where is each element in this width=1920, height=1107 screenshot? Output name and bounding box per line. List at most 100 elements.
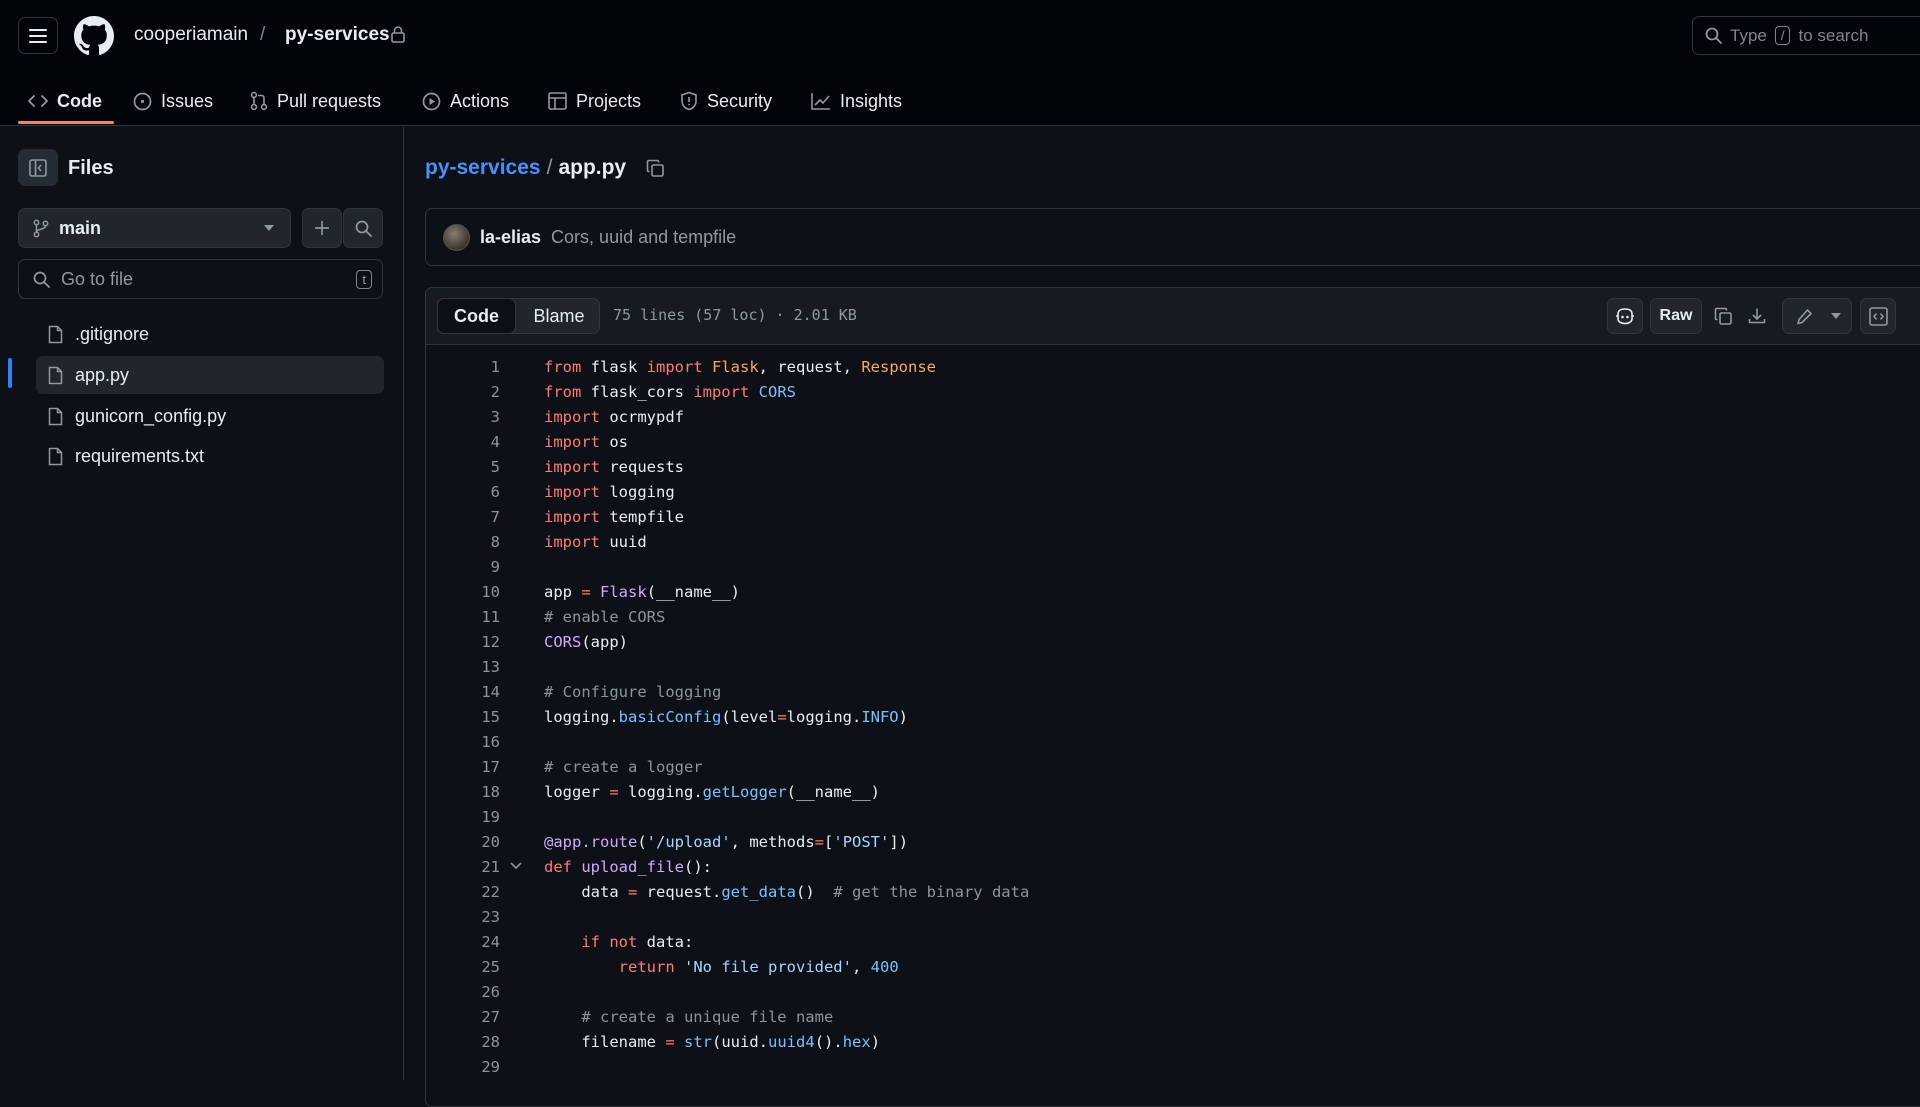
file-name: requirements.txt <box>75 445 205 466</box>
search-files-button[interactable] <box>343 208 383 248</box>
path-separator: / <box>546 156 553 179</box>
line-number[interactable]: 27 <box>426 1005 500 1030</box>
file-icon <box>48 366 63 384</box>
tab-security[interactable]: Security <box>680 76 772 126</box>
file-item-requirements[interactable]: requirements.txt <box>36 437 384 475</box>
collapse-sidebar-button[interactable] <box>18 149 58 186</box>
tab-label: Pull requests <box>277 90 382 111</box>
view-mode-toggle: Code Blame <box>437 298 600 334</box>
line-number[interactable]: 11 <box>426 605 500 630</box>
line-number[interactable]: 28 <box>426 1030 500 1055</box>
line-number[interactable]: 7 <box>426 505 500 530</box>
code-view-button[interactable]: Code <box>437 298 516 334</box>
blame-view-button[interactable]: Blame <box>518 299 600 333</box>
add-file-button[interactable] <box>302 208 342 248</box>
line-content: from flask import Flask, request, Respon… <box>544 358 936 376</box>
latest-commit-bar: la-elias Cors, uuid and tempfile <box>425 208 1920 266</box>
tab-pull-requests[interactable]: Pull requests <box>250 76 381 126</box>
tab-code[interactable]: Code <box>28 76 102 126</box>
code-line: 8 import uuid <box>426 530 1920 555</box>
repo-link[interactable]: py-services <box>285 24 390 46</box>
search-input[interactable]: Type / to search <box>1692 16 1920 55</box>
code-line: 14 # Configure logging <box>426 680 1920 705</box>
line-content: import os <box>544 433 628 451</box>
line-number[interactable]: 20 <box>426 830 500 855</box>
tab-actions[interactable]: Actions <box>422 76 509 126</box>
chevron-down-icon <box>264 225 274 231</box>
pencil-icon <box>1796 308 1812 324</box>
commit-author[interactable]: la-elias <box>480 227 541 248</box>
line-content: import uuid <box>544 533 647 551</box>
go-to-file-input[interactable]: Go to file t <box>18 259 383 299</box>
line-number[interactable]: 1 <box>426 355 500 380</box>
graph-icon <box>811 93 830 110</box>
tab-issues[interactable]: Issues <box>133 76 213 126</box>
go-to-file-shortcut: t <box>356 270 372 289</box>
line-number[interactable]: 21 <box>426 855 500 880</box>
copilot-button[interactable] <box>1607 298 1643 334</box>
line-number[interactable]: 2 <box>426 380 500 405</box>
line-number[interactable]: 13 <box>426 655 500 680</box>
file-item-gunicorn-config[interactable]: gunicorn_config.py <box>36 397 384 435</box>
line-content: # create a unique file name <box>581 1008 834 1026</box>
code-viewer: Code Blame 75 lines (57 loc) · 2.01 KB R… <box>425 287 1920 1107</box>
avatar[interactable] <box>443 223 470 251</box>
chevron-down-icon[interactable] <box>510 862 522 870</box>
copy-raw-button[interactable] <box>1706 298 1740 334</box>
line-number[interactable]: 14 <box>426 680 500 705</box>
line-number[interactable]: 24 <box>426 930 500 955</box>
menu-button[interactable] <box>18 17 58 54</box>
download-button[interactable] <box>1740 298 1774 334</box>
code-line: 28 filename = str(uuid.uuid4().hex) <box>426 1030 1920 1055</box>
raw-button[interactable]: Raw <box>1650 298 1702 334</box>
edit-menu-button[interactable] <box>1823 313 1849 319</box>
code-line: 25 return 'No file provided', 400 <box>426 955 1920 980</box>
branch-selector[interactable]: main <box>18 208 291 248</box>
file-item-app-py[interactable]: app.py <box>36 356 384 394</box>
line-content: if not data: <box>581 933 694 951</box>
copy-path-button[interactable] <box>646 159 665 178</box>
line-number[interactable]: 23 <box>426 905 500 930</box>
symbols-panel-button[interactable] <box>1860 298 1896 334</box>
tab-label: Code <box>57 90 102 111</box>
code-line: 27 # create a unique file name <box>426 1005 1920 1030</box>
owner-link[interactable]: cooperiamain <box>134 24 248 46</box>
active-tab-indicator <box>18 121 114 124</box>
code-line: 12 CORS(app) <box>426 630 1920 655</box>
file-item-gitignore[interactable]: .gitignore <box>36 315 384 353</box>
search-icon <box>1705 27 1722 44</box>
github-logo-icon[interactable] <box>74 16 114 56</box>
path-repo-link[interactable]: py-services <box>425 156 541 180</box>
code-line: 9 <box>426 555 1920 580</box>
line-number[interactable]: 5 <box>426 455 500 480</box>
line-number[interactable]: 8 <box>426 530 500 555</box>
line-number[interactable]: 19 <box>426 805 500 830</box>
line-number[interactable]: 16 <box>426 730 500 755</box>
line-number[interactable]: 18 <box>426 780 500 805</box>
edit-file-button[interactable] <box>1786 308 1823 325</box>
line-number[interactable]: 25 <box>426 955 500 980</box>
edit-button-group <box>1782 298 1852 334</box>
commit-message[interactable]: Cors, uuid and tempfile <box>551 227 736 248</box>
line-number[interactable]: 26 <box>426 980 500 1005</box>
search-icon <box>355 220 372 237</box>
line-number[interactable]: 29 <box>426 1055 500 1080</box>
line-number[interactable]: 4 <box>426 430 500 455</box>
line-number[interactable]: 9 <box>426 555 500 580</box>
line-number[interactable]: 10 <box>426 580 500 605</box>
line-number[interactable]: 22 <box>426 880 500 905</box>
tab-insights[interactable]: Insights <box>811 76 902 126</box>
code-line: 5 import requests <box>426 455 1920 480</box>
line-number[interactable]: 3 <box>426 405 500 430</box>
file-name: gunicorn_config.py <box>75 405 227 426</box>
tab-label: Security <box>707 90 773 111</box>
line-content: logger = logging.getLogger(__name__) <box>544 783 880 801</box>
line-number[interactable]: 12 <box>426 630 500 655</box>
go-to-file-placeholder: Go to file <box>61 268 134 289</box>
copilot-icon <box>1616 308 1634 325</box>
line-number[interactable]: 6 <box>426 480 500 505</box>
line-number[interactable]: 17 <box>426 755 500 780</box>
tab-projects[interactable]: Projects <box>548 76 641 126</box>
branch-name: main <box>59 217 102 238</box>
line-number[interactable]: 15 <box>426 705 500 730</box>
